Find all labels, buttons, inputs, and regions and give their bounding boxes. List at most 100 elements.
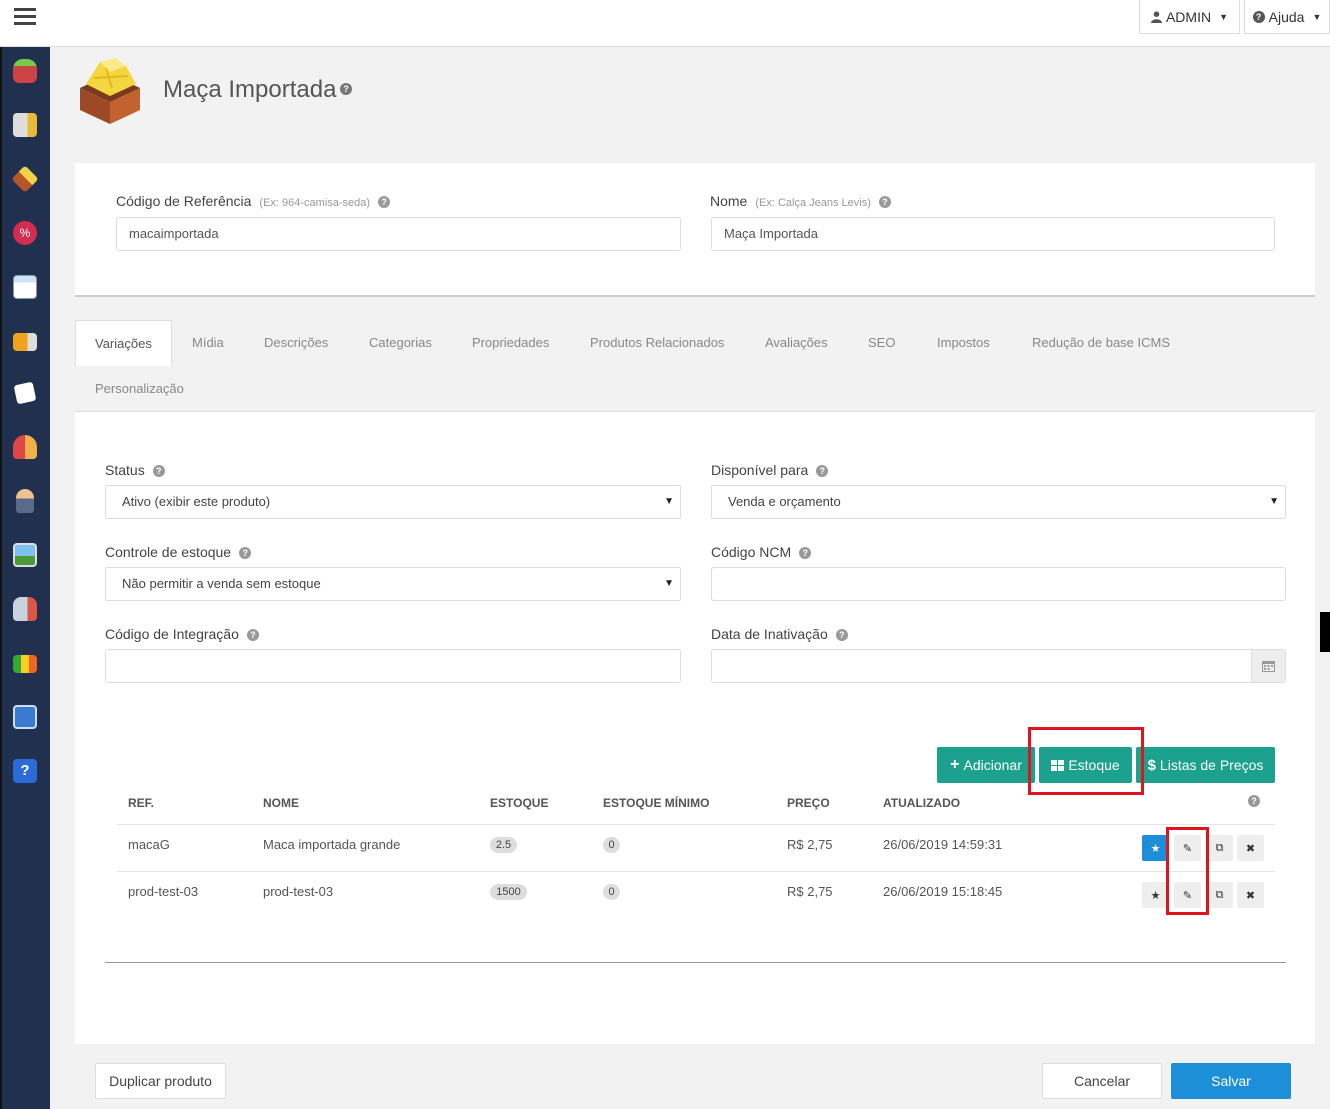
cell-ref: prod-test-03 xyxy=(128,884,199,899)
price-lists-button[interactable]: $ Listas de Preços xyxy=(1136,747,1275,783)
person-icon[interactable] xyxy=(16,489,34,513)
ref-code-label: Código de Referência (Ex: 964-camisa-seda… xyxy=(116,193,391,209)
help-icon: ? xyxy=(816,465,829,478)
help-label: Ajuda xyxy=(1268,8,1305,25)
status-label: Status? xyxy=(105,462,165,478)
help-icon: ? xyxy=(878,196,891,209)
basic-info-panel: Código de Referência (Ex: 964-camisa-seda… xyxy=(75,163,1315,297)
store-icon[interactable] xyxy=(13,113,37,137)
help-icon: ? xyxy=(152,465,165,478)
users-icon[interactable] xyxy=(13,435,37,459)
integration-code-label: Código de Integração? xyxy=(105,626,259,642)
edit-icon[interactable]: ✎ xyxy=(1174,882,1201,908)
question-icon: ? xyxy=(1252,10,1265,23)
tab-descricoes[interactable]: Descrições xyxy=(264,320,328,366)
window-edge xyxy=(1320,612,1330,652)
add-variation-button[interactable]: + Adicionar xyxy=(937,747,1035,783)
col-header-price: PREÇO xyxy=(787,796,830,810)
tab-categorias[interactable]: Categorias xyxy=(369,320,432,366)
image-icon[interactable] xyxy=(13,543,37,567)
help-icon: ? xyxy=(246,629,259,642)
chevron-down-icon: ▼ xyxy=(664,578,674,589)
chevron-down-icon: ▼ xyxy=(1219,11,1229,22)
help-icon: ? xyxy=(799,547,812,560)
discount-icon[interactable]: % xyxy=(13,221,37,245)
help-icon[interactable]: ? xyxy=(13,759,37,783)
card-icon[interactable] xyxy=(13,275,37,299)
save-button[interactable]: Salvar xyxy=(1171,1063,1291,1099)
product-box-icon xyxy=(80,58,140,124)
dollar-icon: $ xyxy=(1147,756,1156,774)
stock-control-select[interactable]: Não permitir a venda sem estoque ▼ xyxy=(105,567,681,601)
star-icon[interactable]: ★ xyxy=(1142,835,1169,861)
row-divider xyxy=(117,871,1275,872)
star-icon[interactable]: ★ xyxy=(1142,882,1169,908)
page-title: Maça Importada xyxy=(163,76,337,103)
cell-price: R$ 2,75 xyxy=(787,884,833,899)
min-stock-badge: 0 xyxy=(603,837,620,853)
tab-midia[interactable]: Mídia xyxy=(192,320,224,366)
status-select[interactable]: Ativo (exibir este produto) ▼ xyxy=(105,485,681,519)
delivery-truck-icon[interactable] xyxy=(13,333,37,351)
chevron-down-icon: ▼ xyxy=(1269,496,1279,507)
database-user-icon[interactable] xyxy=(13,597,37,621)
delete-icon[interactable]: ✖ xyxy=(1237,835,1264,861)
col-header-updated: ATUALIZADO xyxy=(883,796,961,810)
top-bar: ADMIN ▼ ? Ajuda ▼ xyxy=(0,0,1330,47)
cell-updated: 26/06/2019 15:18:45 xyxy=(883,884,1003,899)
help-icon[interactable]: ? xyxy=(340,83,352,95)
sidebar: % ? xyxy=(0,47,50,1109)
tab-avaliacoes[interactable]: Avaliações xyxy=(765,320,828,366)
available-for-label: Disponível para? xyxy=(711,462,829,478)
cell-name: Maca importada grande xyxy=(263,837,401,852)
stock-control-label: Controle de estoque? xyxy=(105,544,252,560)
tab-variacoes[interactable]: Variações xyxy=(75,320,172,366)
ncm-code-input[interactable] xyxy=(711,567,1286,601)
plus-icon: + xyxy=(950,756,960,773)
name-label: Nome (Ex: Calça Jeans Levis)? xyxy=(710,193,891,209)
document-icon[interactable] xyxy=(13,381,37,405)
col-header-stock: ESTOQUE xyxy=(490,796,549,810)
help-menu[interactable]: ? Ajuda ▼ xyxy=(1244,0,1330,34)
tab-personalizacao[interactable]: Personalização xyxy=(95,366,184,412)
help-icon: ? xyxy=(239,547,252,560)
chart-icon[interactable] xyxy=(13,655,37,673)
col-header-ref: REF. xyxy=(128,796,155,810)
inactivation-date-input[interactable] xyxy=(711,649,1286,683)
ref-code-input[interactable]: macaimportada xyxy=(116,217,681,251)
cell-ref: macaG xyxy=(128,837,170,852)
col-header-min-stock: ESTOQUE MÍNIMO xyxy=(603,796,710,810)
admin-label: ADMIN xyxy=(1165,8,1212,25)
calendar-icon[interactable] xyxy=(1251,650,1285,682)
help-icon[interactable]: ? xyxy=(1248,795,1260,807)
chevron-down-icon: ▼ xyxy=(1312,11,1322,22)
tab-impostos[interactable]: Impostos xyxy=(937,320,990,366)
grid-icon xyxy=(1051,759,1065,771)
stock-button[interactable]: Estoque xyxy=(1039,747,1132,783)
tab-reducao-base-icms[interactable]: Redução de base ICMS xyxy=(1032,320,1170,366)
menu-icon[interactable] xyxy=(14,8,36,25)
duplicate-product-button[interactable]: Duplicar produto xyxy=(95,1063,226,1099)
tab-propriedades[interactable]: Propriedades xyxy=(472,320,549,366)
inactivation-date-label: Data de Inativação? xyxy=(711,626,848,642)
tab-produtos-relacionados[interactable]: Produtos Relacionados xyxy=(590,320,724,366)
copy-icon[interactable]: ⧉ xyxy=(1206,882,1233,908)
name-input[interactable]: Maça Importada xyxy=(711,217,1275,251)
ncm-code-label: Código NCM? xyxy=(711,544,812,560)
delete-icon[interactable]: ✖ xyxy=(1237,882,1264,908)
product-box-icon[interactable] xyxy=(11,165,39,193)
admin-user-menu[interactable]: ADMIN ▼ xyxy=(1139,0,1240,34)
settings-screen-icon[interactable] xyxy=(13,705,37,729)
stock-badge: 1500 xyxy=(490,884,527,900)
integration-code-input[interactable] xyxy=(105,649,681,683)
tab-seo[interactable]: SEO xyxy=(868,320,895,366)
copy-icon[interactable]: ⧉ xyxy=(1206,835,1233,861)
user-icon xyxy=(1150,10,1162,23)
edit-icon[interactable]: ✎ xyxy=(1174,835,1201,861)
cancel-button[interactable]: Cancelar xyxy=(1042,1063,1162,1099)
chevron-down-icon: ▼ xyxy=(664,496,674,507)
available-for-select[interactable]: Venda e orçamento ▼ xyxy=(711,485,1286,519)
cell-name: prod-test-03 xyxy=(263,884,334,899)
database-icon[interactable] xyxy=(13,59,37,83)
help-icon: ? xyxy=(835,629,848,642)
